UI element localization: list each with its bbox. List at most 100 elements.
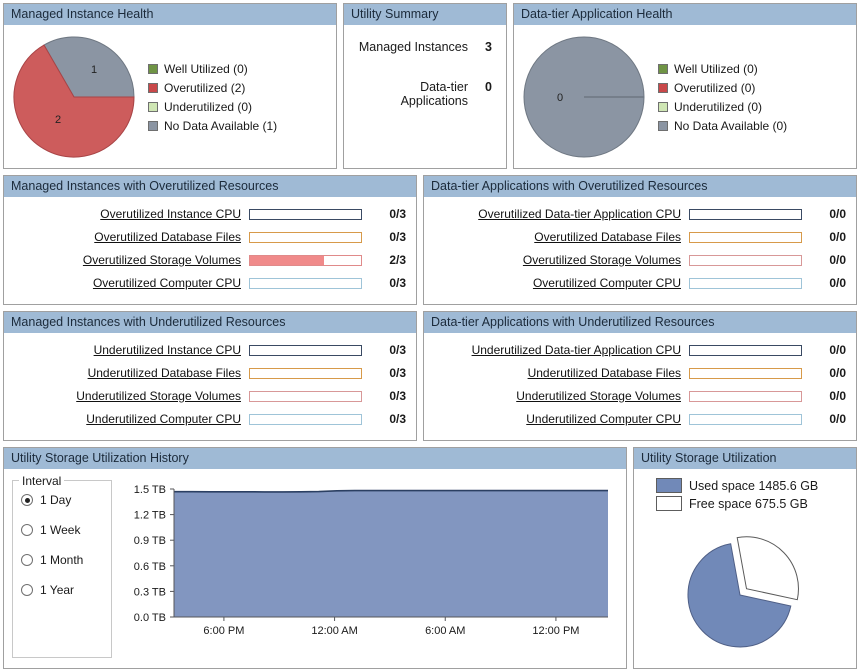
storage-legend: Used space 1485.6 GB Free space 675.5 GB: [642, 478, 818, 511]
resource-count: 0/3: [389, 230, 406, 244]
interval-option-1-year[interactable]: 1 Year: [21, 583, 105, 597]
interval-label-1-month: 1 Month: [40, 553, 84, 567]
resource-bar: [249, 390, 362, 402]
resource-count: 0/3: [389, 276, 406, 290]
resource-bar: [249, 344, 362, 356]
dac-health-legend: Well Utilized (0) Overutilized (0) Under…: [648, 62, 850, 133]
panel-title-dac-health: Data-tier Application Health: [514, 4, 856, 26]
resource-count: 0/0: [829, 230, 846, 244]
resource-bar: [689, 254, 802, 266]
legend-label-overutilized: Overutilized (0): [674, 80, 756, 95]
resource-bar: [689, 367, 802, 379]
resource-bar: [689, 344, 802, 356]
resource-row: Overutilized Storage Volumes 0/0: [432, 253, 846, 267]
legend-label-no-data: No Data Available (1): [164, 118, 278, 133]
radio-icon[interactable]: [21, 554, 33, 566]
panel-storage-utilization: Utility Storage Utilization Used space 1…: [633, 447, 857, 669]
summary-row-data-tier-applications[interactable]: Data-tier Applications 0: [354, 80, 492, 108]
svg-text:0.0 TB: 0.0 TB: [134, 612, 166, 624]
legend-label-well-utilized: Well Utilized (0): [164, 61, 248, 76]
legend-item-free-space: Free space 675.5 GB: [656, 496, 818, 511]
managed-instance-health-pie[interactable]: 1 2: [10, 33, 138, 161]
resource-link-underutilized-computer-cpu[interactable]: Underutilized Computer CPU: [12, 412, 249, 426]
summary-label-managed-instances: Managed Instances: [358, 40, 468, 54]
panel-dac-health: Data-tier Application Health 0 Well Util…: [513, 3, 857, 169]
panel-title-managed-instances-underutilized: Managed Instances with Underutilized Res…: [4, 312, 416, 334]
resource-bar: [249, 367, 362, 379]
resource-link-overutilized-storage-volumes[interactable]: Overutilized Storage Volumes: [12, 253, 249, 267]
svg-text:6:00 PM: 6:00 PM: [203, 625, 244, 637]
storage-history-chart[interactable]: 0.0 TB 0.3 TB 0.6 TB 0.9 TB 1.2 TB 1.5 TB 6:0…: [116, 475, 620, 664]
legend-swatch-underutilized-icon: [658, 101, 668, 112]
resource-link-underutilized-storage-volumes[interactable]: Underutilized Storage Volumes: [12, 389, 249, 403]
legend-item-no-data: No Data Available (1): [148, 119, 330, 133]
resource-link-overutilized-instance-cpu[interactable]: Overutilized Instance CPU: [12, 207, 249, 221]
storage-utilization-pie[interactable]: [670, 517, 820, 664]
radio-icon[interactable]: [21, 494, 33, 506]
managed-instance-health-body: 1 2 Well Utilized (0) Overutilized (2) U…: [4, 26, 336, 168]
panel-managed-instances-overutilized: Managed Instances with Overutilized Reso…: [3, 175, 417, 305]
resource-link-overutilized-database-files[interactable]: Overutilized Database Files: [12, 230, 249, 244]
interval-group-label: Interval: [19, 474, 65, 488]
resource-row: Underutilized Computer CPU 0/0: [432, 412, 846, 426]
interval-label-1-day: 1 Day: [40, 493, 72, 507]
resource-link-overutilized-computer-cpu[interactable]: Overutilized Computer CPU: [432, 276, 689, 290]
resource-row: Underutilized Database Files 0/0: [432, 366, 846, 380]
resource-row: Overutilized Storage Volumes 2/3: [12, 253, 406, 267]
dac-health-body: 0 Well Utilized (0) Overutilized (0) Und…: [514, 26, 856, 168]
resource-link-overutilized-dac-cpu[interactable]: Overutilized Data-tier Application CPU: [432, 207, 689, 221]
resource-bar: [249, 413, 362, 425]
radio-icon[interactable]: [21, 584, 33, 596]
panel-title-utility-summary: Utility Summary: [344, 4, 506, 26]
resource-count: 0/3: [389, 343, 406, 357]
resource-row: Underutilized Instance CPU 0/3: [12, 343, 406, 357]
resource-bar: [689, 413, 802, 425]
resource-row: Overutilized Data-tier Application CPU 0…: [432, 207, 846, 221]
resource-bar: [249, 277, 362, 289]
legend-swatch-no-data-icon: [658, 120, 668, 131]
panel-title-storage-utilization: Utility Storage Utilization: [634, 448, 856, 470]
resource-row: Overutilized Computer CPU 0/3: [12, 276, 406, 290]
legend-item-used-space: Used space 1485.6 GB: [656, 478, 818, 493]
resource-count: 0/0: [829, 389, 846, 403]
interval-option-1-day[interactable]: 1 Day: [21, 493, 105, 507]
svg-text:1.2 TB: 1.2 TB: [134, 510, 166, 522]
interval-option-1-week[interactable]: 1 Week: [21, 523, 105, 537]
resource-link-overutilized-database-files[interactable]: Overutilized Database Files: [432, 230, 689, 244]
resource-link-underutilized-instance-cpu[interactable]: Underutilized Instance CPU: [12, 343, 249, 357]
panel-utility-summary: Utility Summary Managed Instances 3 Data…: [343, 3, 507, 169]
resource-link-overutilized-computer-cpu[interactable]: Overutilized Computer CPU: [12, 276, 249, 290]
resource-link-underutilized-database-files[interactable]: Underutilized Database Files: [432, 366, 689, 380]
resource-link-underutilized-storage-volumes[interactable]: Underutilized Storage Volumes: [432, 389, 689, 403]
managed-instances-underutilized-body: Underutilized Instance CPU 0/3 Underutil…: [4, 334, 416, 440]
resource-row: Underutilized Storage Volumes 0/0: [432, 389, 846, 403]
resource-row: Underutilized Computer CPU 0/3: [12, 412, 406, 426]
resource-count: 0/0: [829, 343, 846, 357]
panel-title-dac-underutilized: Data-tier Applications with Underutilize…: [424, 312, 856, 334]
resource-count: 0/3: [389, 366, 406, 380]
legend-label-overutilized: Overutilized (2): [164, 80, 246, 95]
panel-title-managed-instances-overutilized: Managed Instances with Overutilized Reso…: [4, 176, 416, 198]
interval-option-1-month[interactable]: 1 Month: [21, 553, 105, 567]
legend-item-well-utilized: Well Utilized (0): [658, 62, 850, 76]
resource-bar: [689, 231, 802, 243]
utility-summary-body: Managed Instances 3 Data-tier Applicatio…: [344, 26, 506, 168]
resource-link-overutilized-storage-volumes[interactable]: Overutilized Storage Volumes: [432, 253, 689, 267]
summary-row-managed-instances[interactable]: Managed Instances 3: [354, 40, 492, 54]
radio-icon[interactable]: [21, 524, 33, 536]
panel-dac-underutilized: Data-tier Applications with Underutilize…: [423, 311, 857, 441]
resource-bar: [689, 390, 802, 402]
pie-slice-label-no-data: 1: [91, 64, 97, 76]
resource-row: Underutilized Database Files 0/3: [12, 366, 406, 380]
resource-link-underutilized-database-files[interactable]: Underutilized Database Files: [12, 366, 249, 380]
resource-bar: [249, 231, 362, 243]
dashboard-row-health: Managed Instance Health 1 2 Well Utilize…: [3, 3, 857, 169]
dac-health-pie[interactable]: 0: [520, 33, 648, 161]
legend-item-no-data: No Data Available (0): [658, 119, 850, 133]
resource-link-underutilized-dac-cpu[interactable]: Underutilized Data-tier Application CPU: [432, 343, 689, 357]
storage-history-body: Interval 1 Day 1 Week 1 Month 1 Year 0.0…: [4, 470, 626, 668]
managed-instances-overutilized-body: Overutilized Instance CPU 0/3 Overutiliz…: [4, 198, 416, 304]
utility-dashboard: Managed Instance Health 1 2 Well Utilize…: [0, 0, 860, 672]
svg-text:6:00 AM: 6:00 AM: [425, 625, 465, 637]
resource-link-underutilized-computer-cpu[interactable]: Underutilized Computer CPU: [432, 412, 689, 426]
